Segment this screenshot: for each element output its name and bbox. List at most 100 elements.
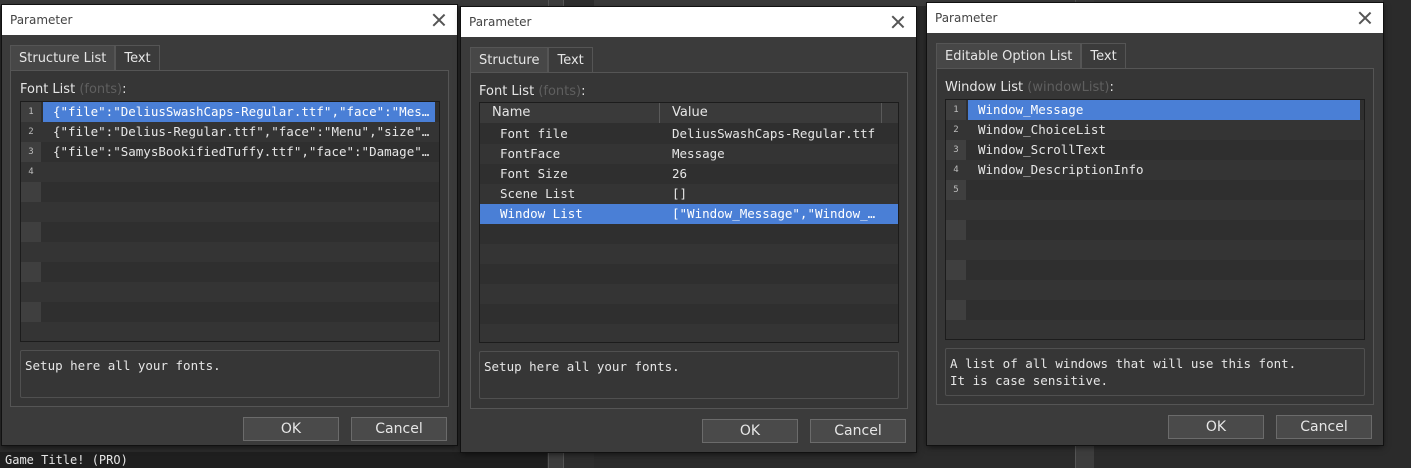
empty-row [480, 264, 898, 284]
empty-row [21, 282, 439, 302]
empty-row [480, 304, 898, 324]
cancel-button[interactable]: Cancel [1276, 415, 1372, 439]
list-label-colon: : [122, 82, 127, 97]
cell-value: 26 [672, 166, 688, 181]
table-row[interactable]: FontFace Message [480, 144, 898, 164]
cancel-button[interactable]: Cancel [810, 419, 906, 443]
table-row-selected[interactable]: Window List ["Window_Message","Window_Ch… [480, 204, 898, 224]
tab-text[interactable]: Text [115, 45, 160, 71]
parameter-dialog-1: Parameter Structure List Text Font List … [2, 5, 457, 445]
tab-structure[interactable]: Structure [470, 47, 549, 73]
list-label-text: Window List [945, 80, 1024, 95]
cell-value: DeliusSwashCaps-Regular.ttf [672, 126, 876, 141]
empty-row [21, 262, 439, 282]
parameter-dialog-2: Parameter Structure Text Font List (font… [461, 7, 916, 452]
tab-text[interactable]: Text [548, 47, 593, 73]
column-header-name[interactable]: Name [480, 103, 660, 123]
list-label: Window List (windowList): [945, 80, 1114, 95]
list-item[interactable]: 2 {"file":"Delius-Regular.ttf","face":"M… [21, 122, 439, 142]
cell-name: Font file [500, 126, 568, 141]
line-number: 1 [28, 107, 34, 117]
list-item[interactable]: 3 {"file":"SamysBookifiedTuffy.ttf","fac… [21, 142, 439, 162]
list-item[interactable]: 3 Window_ScrollText [946, 140, 1364, 160]
dialog-title: Parameter [2, 5, 457, 35]
empty-row [21, 302, 439, 322]
list-item[interactable]: 5 [946, 180, 1364, 200]
parameter-dialog-3: Parameter Editable Option List Text Wind… [927, 3, 1383, 445]
close-icon[interactable] [431, 12, 447, 28]
cancel-button[interactable]: Cancel [351, 417, 447, 441]
list-label-hint: (fonts) [79, 82, 123, 97]
description-box: Setup here all your fonts. [20, 350, 440, 398]
editor-right-edge [1383, 0, 1411, 468]
table-row[interactable]: Font Size 26 [480, 164, 898, 184]
cell-name: Scene List [500, 186, 576, 201]
list-item[interactable]: 4 Window_DescriptionInfo [946, 160, 1364, 180]
line-number: 3 [28, 147, 34, 157]
empty-row [946, 200, 1364, 220]
dialog-title: Parameter [927, 3, 1383, 33]
table-row[interactable]: Font file DeliusSwashCaps-Regular.ttf [480, 124, 898, 144]
empty-row [480, 284, 898, 304]
status-bar: Game Title! (PRO) [0, 452, 547, 468]
line-number: 5 [953, 185, 959, 195]
empty-row [21, 202, 439, 222]
line-number: 3 [953, 145, 959, 155]
dialog-title: Parameter [461, 7, 916, 37]
window-list[interactable]: 1 Window_Message 2 Window_ChoiceList 3 W… [945, 99, 1365, 340]
empty-row [21, 222, 439, 242]
empty-row [21, 322, 439, 341]
list-item[interactable]: 1 Window_Message [946, 100, 1364, 120]
cell-name: FontFace [500, 146, 561, 161]
ok-button[interactable]: OK [243, 417, 339, 441]
empty-row [946, 240, 1364, 260]
list-label-text: Font List [479, 84, 535, 99]
list-item-text: {"file":"DeliusSwashCaps-Regular.ttf","f… [43, 102, 435, 122]
cell-value: Message [672, 146, 725, 161]
line-number: 1 [953, 105, 959, 115]
empty-row [480, 224, 898, 244]
cell-name: Window List [500, 206, 583, 221]
ok-button[interactable]: OK [1168, 415, 1264, 439]
list-label: Font List (fonts): [479, 84, 586, 99]
close-icon[interactable] [890, 14, 906, 30]
list-item[interactable]: 4 [21, 162, 439, 182]
line-number: 4 [953, 165, 959, 175]
empty-row [946, 320, 1364, 339]
table-header: Name Value [480, 103, 898, 123]
list-item[interactable]: 1 {"file":"DeliusSwashCaps-Regular.ttf",… [21, 102, 439, 122]
structure-table[interactable]: Name Value Font file DeliusSwashCaps-Reg… [479, 102, 899, 343]
line-number: 4 [28, 167, 34, 177]
line-number: 2 [28, 127, 34, 137]
empty-row [480, 324, 898, 342]
list-label-hint: (fonts) [538, 84, 582, 99]
empty-row [946, 260, 1364, 280]
list-label: Font List (fonts): [20, 82, 127, 97]
tab-editable-option-list[interactable]: Editable Option List [936, 43, 1082, 69]
list-item-text: Window_Message [968, 100, 1360, 120]
close-icon[interactable] [1357, 10, 1373, 26]
empty-row [21, 242, 439, 262]
tab-structure-list[interactable]: Structure List [10, 45, 116, 71]
line-number: 2 [953, 125, 959, 135]
table-row[interactable]: Scene List [] [480, 184, 898, 204]
cell-name: Font Size [500, 166, 568, 181]
ok-button[interactable]: OK [702, 419, 798, 443]
list-item-text: Window_DescriptionInfo [978, 162, 1144, 177]
cell-value: [] [672, 186, 688, 201]
font-list[interactable]: 1 {"file":"DeliusSwashCaps-Regular.ttf",… [20, 101, 440, 342]
column-header-value[interactable]: Value [660, 103, 882, 123]
list-label-text: Font List [20, 82, 76, 97]
cell-value: ["Window_Message","Window_ChoiceList","W… [672, 206, 882, 221]
list-item[interactable]: 2 Window_ChoiceList [946, 120, 1364, 140]
empty-row [480, 244, 898, 264]
list-item-text: Window_ChoiceList [978, 122, 1106, 137]
empty-row [946, 280, 1364, 300]
list-item-text: {"file":"SamysBookifiedTuffy.ttf","face"… [53, 144, 435, 159]
tab-text[interactable]: Text [1081, 43, 1126, 69]
description-box: A list of all windows that will use this… [945, 348, 1365, 396]
empty-row [946, 220, 1364, 240]
description-box: Setup here all your fonts. [479, 351, 899, 399]
list-label-colon: : [581, 84, 586, 99]
empty-row [946, 300, 1364, 320]
